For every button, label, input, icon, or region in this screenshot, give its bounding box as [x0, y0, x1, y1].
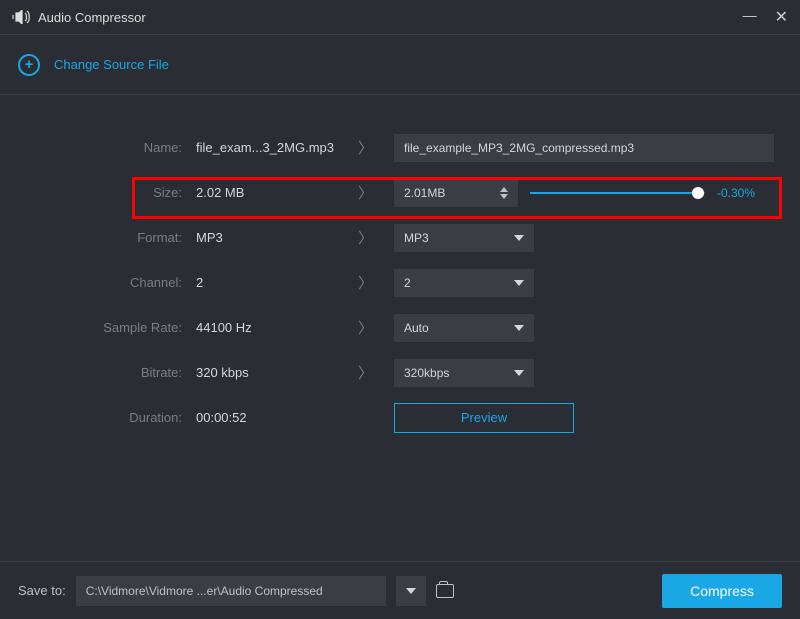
- orig-format: MP3: [182, 230, 358, 245]
- chevron-down-icon: [514, 235, 524, 241]
- label-format: Format:: [18, 230, 182, 245]
- chevron-down-icon: [514, 325, 524, 331]
- arrow-icon: 〉: [358, 317, 394, 338]
- footer: Save to: C:\Vidmore\Vidmore ...er\Audio …: [0, 561, 800, 619]
- change-source-row[interactable]: + Change Source File: [0, 35, 800, 95]
- arrow-icon: 〉: [358, 272, 394, 293]
- row-samplerate: Sample Rate: 44100 Hz 〉 Auto: [18, 305, 782, 350]
- save-to-label: Save to:: [18, 583, 66, 598]
- close-button[interactable]: ✕: [775, 7, 788, 27]
- change-source-label: Change Source File: [54, 57, 169, 72]
- arrow-icon: 〉: [358, 182, 394, 203]
- arrow-icon: 〉: [358, 137, 394, 158]
- compress-button[interactable]: Compress: [662, 574, 782, 608]
- samplerate-value: Auto: [404, 321, 429, 335]
- format-value: MP3: [404, 231, 429, 245]
- chevron-down-icon: [406, 588, 416, 594]
- spinner-buttons[interactable]: [500, 187, 508, 199]
- output-name-text: file_example_MP3_2MG_compressed.mp3: [404, 141, 634, 155]
- minimize-button[interactable]: —: [743, 7, 757, 27]
- app-logo-icon: [12, 10, 30, 24]
- label-bitrate: Bitrate:: [18, 365, 182, 380]
- output-name-input[interactable]: file_example_MP3_2MG_compressed.mp3: [394, 134, 774, 162]
- label-duration: Duration:: [18, 410, 182, 425]
- label-channel: Channel:: [18, 275, 182, 290]
- spin-up-icon[interactable]: [500, 187, 508, 192]
- size-slider[interactable]: [530, 186, 705, 200]
- label-samplerate: Sample Rate:: [18, 320, 182, 335]
- channel-select[interactable]: 2: [394, 269, 534, 297]
- orig-size: 2.02 MB: [182, 185, 358, 200]
- save-path-dropdown[interactable]: [396, 576, 426, 606]
- app-title: Audio Compressor: [38, 10, 146, 25]
- folder-icon: [436, 584, 454, 598]
- open-folder-button[interactable]: [436, 584, 454, 598]
- orig-duration: 00:00:52: [182, 410, 358, 425]
- row-bitrate: Bitrate: 320 kbps 〉 320kbps: [18, 350, 782, 395]
- titlebar: Audio Compressor — ✕: [0, 0, 800, 35]
- label-size: Size:: [18, 185, 182, 200]
- bitrate-value: 320kbps: [404, 366, 449, 380]
- row-size: Size: 2.02 MB 〉 2.01MB -0.30%: [18, 170, 782, 215]
- preview-label: Preview: [461, 410, 507, 425]
- save-path-field[interactable]: C:\Vidmore\Vidmore ...er\Audio Compresse…: [76, 576, 386, 606]
- spin-down-icon[interactable]: [500, 194, 508, 199]
- arrow-icon: 〉: [358, 362, 394, 383]
- compress-label: Compress: [690, 583, 754, 599]
- format-select[interactable]: MP3: [394, 224, 534, 252]
- settings-form: Name: file_exam...3_2MG.mp3 〉 file_examp…: [0, 95, 800, 440]
- preview-button[interactable]: Preview: [394, 403, 574, 433]
- size-change-percent: -0.30%: [717, 186, 771, 200]
- plus-circle-icon: +: [18, 54, 40, 76]
- orig-samplerate: 44100 Hz: [182, 320, 358, 335]
- orig-name: file_exam...3_2MG.mp3: [182, 140, 358, 155]
- row-format: Format: MP3 〉 MP3: [18, 215, 782, 260]
- samplerate-select[interactable]: Auto: [394, 314, 534, 342]
- output-size-spinner[interactable]: 2.01MB: [394, 179, 518, 207]
- chevron-down-icon: [514, 280, 524, 286]
- channel-value: 2: [404, 276, 411, 290]
- save-path-text: C:\Vidmore\Vidmore ...er\Audio Compresse…: [86, 584, 323, 598]
- row-channel: Channel: 2 〉 2: [18, 260, 782, 305]
- row-name: Name: file_exam...3_2MG.mp3 〉 file_examp…: [18, 125, 782, 170]
- orig-bitrate: 320 kbps: [182, 365, 358, 380]
- output-size-value: 2.01MB: [404, 186, 445, 200]
- arrow-icon: 〉: [358, 227, 394, 248]
- row-duration: Duration: 00:00:52 Preview: [18, 395, 782, 440]
- chevron-down-icon: [514, 370, 524, 376]
- bitrate-select[interactable]: 320kbps: [394, 359, 534, 387]
- label-name: Name:: [18, 140, 182, 155]
- slider-thumb[interactable]: [692, 187, 704, 199]
- orig-channel: 2: [182, 275, 358, 290]
